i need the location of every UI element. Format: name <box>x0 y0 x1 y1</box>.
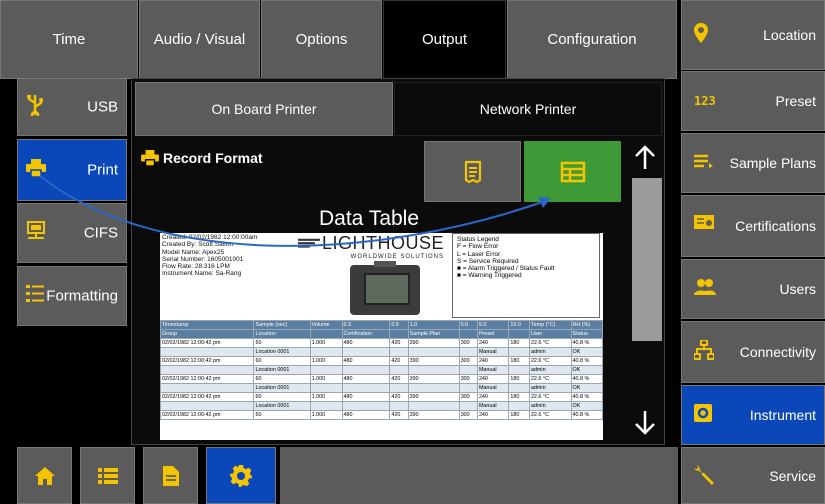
right-item-service[interactable]: Service <box>681 447 825 504</box>
right-item-certifications-label: Certifications <box>735 218 816 234</box>
gear-icon <box>230 464 252 487</box>
right-item-sample-plans[interactable]: Sample Plans <box>681 133 825 193</box>
instrument-icon <box>694 404 712 426</box>
nav-home-button[interactable] <box>17 447 72 504</box>
document-icon <box>162 465 179 486</box>
location-pin-icon <box>694 23 708 47</box>
wrench-icon <box>694 463 716 489</box>
right-item-preset-label: Preset <box>775 93 816 109</box>
nav-list-button[interactable] <box>80 447 135 504</box>
list-icon <box>97 467 118 484</box>
bottom-bar-filler <box>280 447 678 504</box>
right-item-instrument[interactable]: Instrument <box>681 385 825 445</box>
preset-123-icon: 123 <box>694 94 716 108</box>
right-item-preset[interactable]: 123 Preset <box>681 71 825 131</box>
nav-settings-button[interactable] <box>206 447 276 504</box>
right-item-certifications[interactable]: Certifications <box>681 195 825 257</box>
nav-document-button[interactable] <box>143 447 198 504</box>
list-arrow-icon <box>694 154 714 172</box>
network-icon <box>693 339 715 364</box>
right-item-service-label: Service <box>769 467 816 484</box>
certificate-icon <box>694 215 714 237</box>
right-item-users[interactable]: Users <box>681 259 825 319</box>
right-item-location[interactable]: Location <box>681 0 825 70</box>
right-item-users-label: Users <box>779 281 816 297</box>
right-item-connectivity-label: Connectivity <box>739 344 816 360</box>
right-item-sample-plans-label: Sample Plans <box>729 155 816 171</box>
right-item-connectivity[interactable]: Connectivity <box>681 321 825 383</box>
users-icon <box>694 279 716 299</box>
right-item-instrument-label: Instrument <box>749 407 816 423</box>
home-icon <box>34 466 55 485</box>
right-item-location-label: Location <box>763 27 816 43</box>
